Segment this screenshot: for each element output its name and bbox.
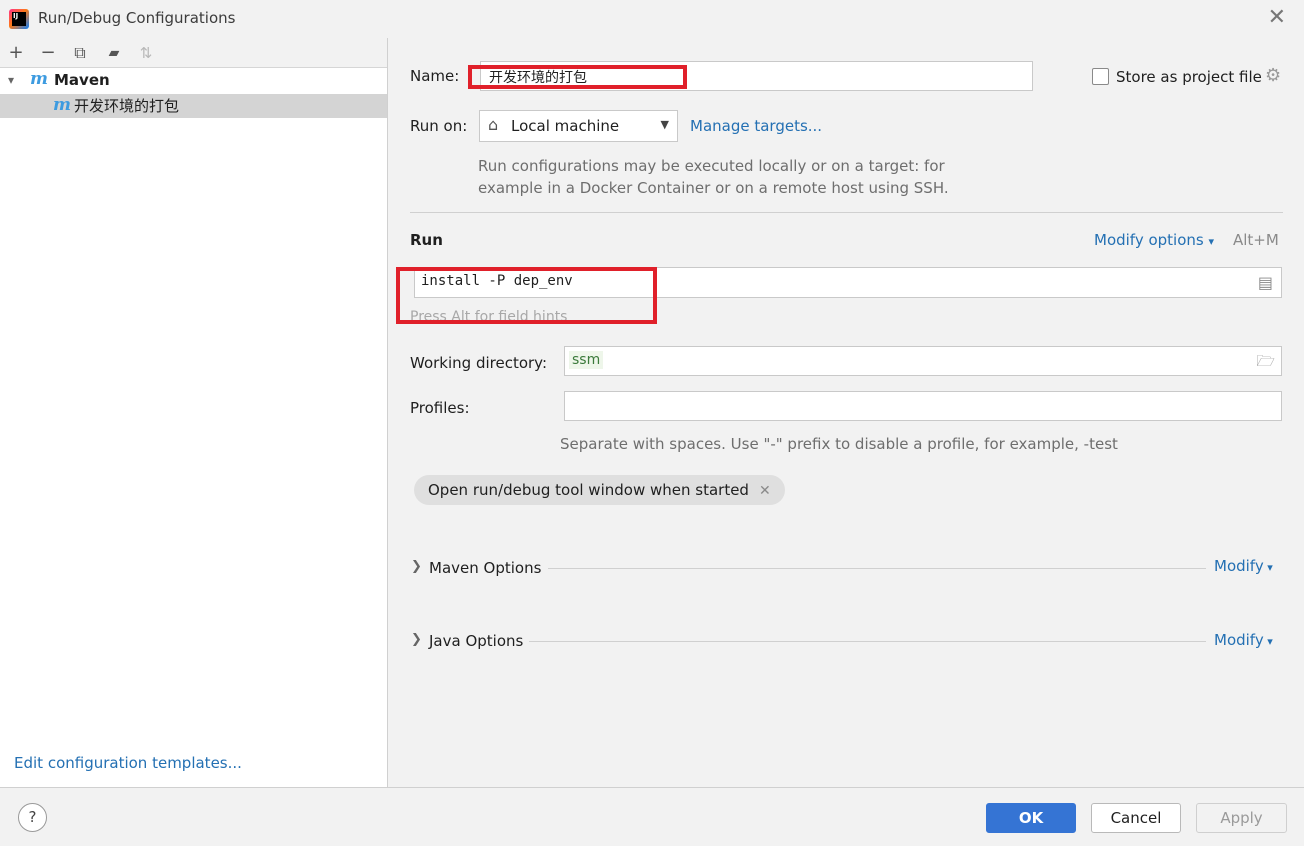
app-icon-text: IJ: [12, 12, 26, 26]
run-on-hint-line-2: example in a Docker Container or on a re…: [478, 179, 949, 197]
manage-targets-link[interactable]: Manage targets...: [690, 117, 822, 135]
chevron-down-icon[interactable]: ▾: [8, 68, 14, 92]
chevron-right-icon[interactable]: ❯: [411, 632, 422, 647]
chevron-down-icon: ▾: [1208, 235, 1215, 248]
run-on-dropdown[interactable]: ⌂ Local machine ▼: [479, 110, 678, 142]
open-tool-window-label: Open run/debug tool window when started: [428, 481, 749, 499]
working-directory-field[interactable]: ssm 🗁: [564, 346, 1282, 376]
new-folder-icon[interactable]: ▰: [104, 43, 124, 63]
java-options-title[interactable]: Java Options: [429, 632, 523, 650]
separator: [548, 568, 1206, 569]
chevron-down-icon: ▾: [1263, 635, 1273, 648]
java-options-modify-link[interactable]: Modify ▾: [1214, 631, 1273, 649]
cancel-button[interactable]: Cancel: [1091, 803, 1181, 833]
modify-label: Modify: [1214, 631, 1264, 649]
name-label: Name:: [410, 67, 460, 85]
chevron-down-icon: ▾: [1263, 561, 1273, 574]
add-icon[interactable]: +: [6, 43, 26, 63]
command-line-value: install -P dep_env: [421, 273, 573, 289]
modify-label: Modify: [1214, 557, 1264, 575]
ok-button[interactable]: OK: [986, 803, 1076, 833]
profiles-field[interactable]: [564, 391, 1282, 421]
profiles-label: Profiles:: [410, 399, 470, 417]
maven-options-title[interactable]: Maven Options: [429, 559, 541, 577]
apply-button[interactable]: Apply: [1196, 803, 1287, 833]
close-icon[interactable]: ✕: [759, 483, 771, 499]
gear-icon[interactable]: ⚙: [1265, 65, 1281, 86]
modify-options-label: Modify options: [1094, 231, 1204, 249]
separator: [410, 212, 1283, 213]
chevron-down-icon: ▼: [660, 118, 669, 131]
home-icon: ⌂: [488, 115, 499, 134]
remove-icon[interactable]: −: [38, 43, 58, 63]
separator: [529, 641, 1206, 642]
copy-icon[interactable]: ⧉: [70, 43, 90, 63]
working-directory-label: Working directory:: [410, 354, 548, 372]
run-on-value: Local machine: [511, 117, 620, 135]
tree-group-maven[interactable]: ▾ m Maven: [0, 68, 387, 92]
name-value: 开发环境的打包: [489, 70, 587, 86]
name-field[interactable]: 开发环境的打包: [480, 61, 1033, 91]
profiles-hint: Separate with spaces. Use "-" prefix to …: [560, 435, 1118, 453]
chevron-right-icon[interactable]: ❯: [411, 559, 422, 574]
edit-configuration-templates-link[interactable]: Edit configuration templates...: [14, 754, 242, 772]
title-bar: IJ Run/Debug Configurations ✕: [0, 0, 1304, 38]
run-on-label: Run on:: [410, 117, 468, 135]
command-line-hint: Press Alt for field hints: [410, 309, 568, 325]
configurations-tree-panel: + − ⧉ ▰ ⇅ ▾ m Maven m 开发环境的打包 Edit confi…: [0, 38, 388, 787]
store-as-project-file-label: Store as project file: [1116, 68, 1262, 86]
window-title: Run/Debug Configurations: [38, 9, 236, 27]
open-tool-window-chip: Open run/debug tool window when started ✕: [414, 475, 785, 505]
tree-item-label: 开发环境的打包: [74, 97, 180, 115]
configuration-editor: Name: 开发环境的打包 Store as project file ⚙ Ru…: [389, 38, 1304, 787]
help-button[interactable]: ?: [18, 803, 47, 832]
maven-icon: m: [53, 95, 71, 115]
close-icon[interactable]: ✕: [1268, 6, 1286, 30]
maven-options-modify-link[interactable]: Modify ▾: [1214, 557, 1273, 575]
maven-icon: m: [30, 69, 48, 89]
store-as-project-file-checkbox[interactable]: [1092, 68, 1109, 85]
tree-toolbar: + − ⧉ ▰ ⇅: [0, 38, 387, 68]
modify-options-shortcut: Alt+M: [1233, 231, 1279, 249]
run-on-hint-line-1: Run configurations may be executed local…: [478, 157, 945, 175]
working-directory-value: ssm: [569, 351, 604, 369]
tree-group-label: Maven: [54, 71, 110, 89]
intellij-app-icon: IJ: [9, 9, 29, 29]
dialog-footer: ? OK Cancel Apply: [0, 787, 1304, 846]
sort-icon[interactable]: ⇅: [136, 43, 156, 63]
expand-field-icon[interactable]: ▤: [1258, 273, 1273, 292]
command-line-field[interactable]: install -P dep_env ▤: [414, 267, 1282, 298]
tree-item-dev-package[interactable]: m 开发环境的打包: [0, 94, 387, 118]
modify-options-link[interactable]: Modify options ▾: [1094, 231, 1214, 249]
folder-icon[interactable]: 🗁: [1256, 351, 1275, 376]
run-section-title: Run: [410, 231, 443, 249]
